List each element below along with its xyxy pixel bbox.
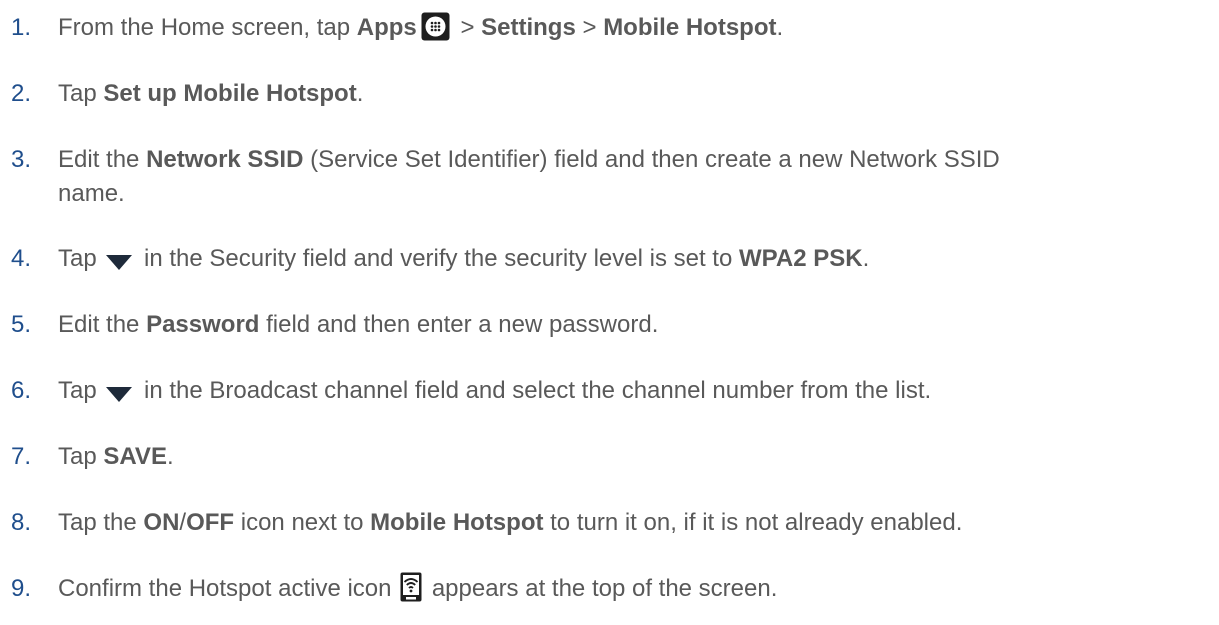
password-label: Password	[146, 311, 260, 338]
apps-label: Apps	[356, 14, 417, 41]
step-number: 2.	[11, 80, 32, 107]
settings-label: Settings	[481, 14, 576, 41]
step-text: Tap in the Broadcast channel field and s…	[58, 377, 932, 404]
step-number: 1.	[11, 14, 32, 41]
step-text: Tap the ON/OFF icon next to Mobile Hotsp…	[58, 509, 963, 536]
step-text: Edit the Password field and then enter a…	[58, 311, 659, 338]
apps-icon	[421, 12, 450, 41]
step-text: Confirm the Hotspot active icon appears …	[58, 572, 1208, 606]
dropdown-triangle-icon	[105, 380, 133, 402]
wpa2-psk-label: WPA2 PSK	[738, 245, 863, 272]
step-text: Tap Set up Mobile Hotspot.	[58, 80, 364, 107]
dropdown-triangle-icon	[105, 248, 133, 270]
step-number: 7.	[11, 443, 32, 470]
step-number: 9.	[11, 575, 32, 602]
step-number: 4.	[11, 245, 32, 272]
mobile-hotspot-label: Mobile Hotspot	[603, 14, 777, 41]
step-text: Tap SAVE.	[58, 443, 174, 470]
step-text: From the Home screen, tap Apps > Setting…	[58, 12, 784, 41]
network-ssid-label: Network SSID	[146, 146, 304, 173]
off-label: OFF	[186, 509, 235, 536]
step-text: Edit the Network SSID (Service Set Ident…	[58, 146, 1000, 207]
save-label: SAVE	[103, 443, 167, 470]
hotspot-active-icon	[400, 572, 422, 602]
step-number: 8.	[11, 509, 32, 536]
step-number: 6.	[11, 377, 32, 404]
step-number: 5.	[11, 311, 32, 338]
step-number: 3.	[11, 146, 32, 173]
mobile-hotspot-label: Mobile Hotspot	[370, 509, 544, 536]
step-text: Tap in the Security field and verify the…	[58, 245, 870, 272]
set-up-mobile-hotspot-label: Set up Mobile Hotspot	[103, 80, 357, 107]
on-label: ON	[143, 509, 180, 536]
